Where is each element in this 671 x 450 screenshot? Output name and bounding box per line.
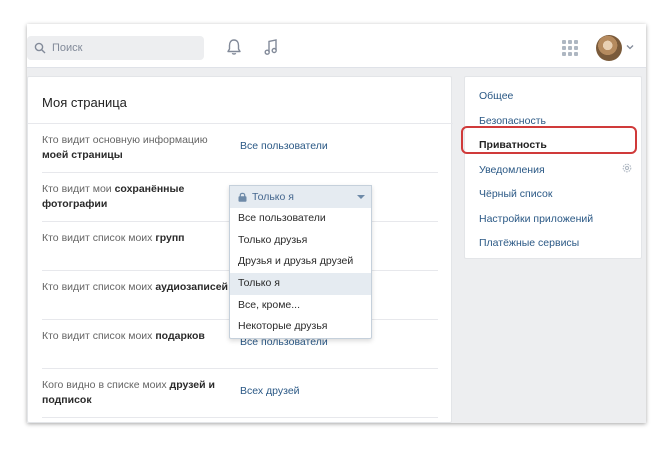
setting-row-friends: Кого видно в списке моих друзей и подпис… bbox=[42, 369, 438, 418]
dropdown-option[interactable]: Все, кроме... bbox=[230, 295, 371, 317]
page-title: Моя страница bbox=[42, 95, 127, 110]
setting-label: Кто видит список моих групп bbox=[42, 232, 185, 244]
setting-value[interactable]: Все пользователи bbox=[240, 140, 328, 152]
setting-label: Кто видит список моих аудиозаписей bbox=[42, 281, 229, 293]
search-input[interactable]: Поиск bbox=[27, 36, 204, 60]
search-placeholder: Поиск bbox=[52, 42, 83, 54]
sidebar-item-payments[interactable]: Платёжные сервисы bbox=[479, 237, 579, 249]
sidebar-item-general[interactable]: Общее bbox=[479, 90, 513, 102]
top-bar: Поиск bbox=[27, 24, 646, 68]
app-window: Поиск Моя страница Кто видит основную ин… bbox=[27, 24, 646, 423]
sidebar-item-blacklist[interactable]: Чёрный список bbox=[479, 188, 552, 200]
dropdown-option-active[interactable]: Только я bbox=[230, 273, 371, 295]
avatar[interactable] bbox=[596, 35, 622, 61]
dropdown-option[interactable]: Только друзья bbox=[230, 230, 371, 252]
selection-highlight bbox=[461, 126, 637, 154]
setting-label: Кого видно в списке моих друзей и подпис… bbox=[42, 379, 215, 406]
setting-label: Кто видит мои сохранённые фотографии bbox=[42, 183, 185, 210]
apps-grid-icon[interactable] bbox=[562, 40, 578, 56]
dropdown-option[interactable]: Некоторые друзья bbox=[230, 316, 371, 338]
sidebar-item-app-settings[interactable]: Настройки приложений bbox=[479, 213, 593, 225]
setting-value[interactable]: Всех друзей bbox=[240, 385, 300, 397]
caret-down-icon bbox=[357, 195, 365, 199]
lock-icon bbox=[238, 192, 247, 202]
dropdown-selected[interactable]: Только я bbox=[230, 186, 371, 208]
bell-icon[interactable] bbox=[226, 38, 242, 56]
gear-icon[interactable] bbox=[621, 162, 633, 174]
dropdown-option[interactable]: Друзья и друзья друзей bbox=[230, 251, 371, 273]
setting-label: Кто видит список моих подарков bbox=[42, 330, 205, 342]
search-icon bbox=[34, 42, 46, 54]
setting-label: Кто видит основную информацию моей стран… bbox=[42, 134, 208, 161]
settings-sidebar: Общее Безопасность Приватность Уведомлен… bbox=[464, 76, 642, 259]
setting-row-main-info: Кто видит основную информацию моей стран… bbox=[42, 124, 438, 173]
privacy-dropdown[interactable]: Только я Все пользователи Только друзья … bbox=[229, 185, 372, 340]
music-icon[interactable] bbox=[263, 38, 279, 56]
sidebar-item-notifications[interactable]: Уведомления bbox=[479, 164, 545, 176]
dropdown-option[interactable]: Все пользователи bbox=[230, 208, 371, 230]
chevron-down-icon[interactable] bbox=[626, 43, 634, 51]
